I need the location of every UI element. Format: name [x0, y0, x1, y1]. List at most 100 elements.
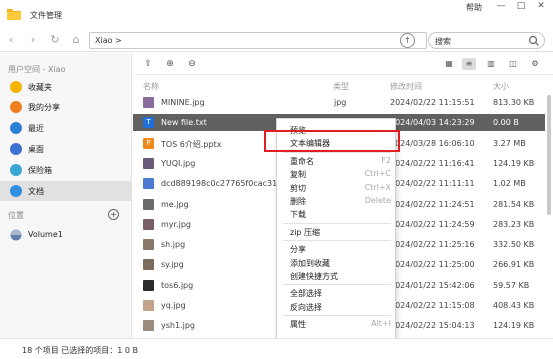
image-file-icon — [143, 157, 154, 169]
menu-separator — [283, 315, 391, 317]
status-text: 18 个项目 已选择的项目：1 0 B — [22, 346, 139, 355]
menu-item-shortcut: Ctrl+C — [364, 169, 391, 179]
menu-item[interactable]: 删除 Delete — [277, 195, 395, 208]
add-location-button[interactable]: + — [108, 209, 119, 220]
document-icon — [10, 185, 22, 197]
title-bar: 文件管理 帮助 — □ ✕ — [0, 0, 553, 30]
sidebar-item-star[interactable]: 收藏夹 — [0, 77, 132, 97]
menu-item[interactable]: 创建快捷方式 — [277, 270, 395, 283]
menu-item-shortcut: Ctrl+X — [364, 182, 391, 192]
menu-item[interactable]: 下载 — [277, 208, 395, 221]
forward-icon[interactable]: › — [26, 33, 40, 47]
menu-item-label: 全部选择 — [290, 289, 322, 299]
cell-size: 59.57 KB — [493, 280, 530, 290]
cell-size: 281.54 KB — [493, 199, 535, 209]
menu-item-label: 剪切 — [290, 183, 306, 193]
scrollbar-thumb[interactable] — [547, 95, 551, 215]
context-menu: 预览 文本编辑器 重命名 F2 复制 Ctrl+C 剪切 Ctrl+X 删除 Delete 下载 zi… — [276, 118, 396, 354]
menu-item-label: 分享 — [290, 245, 306, 255]
cell-name: YUQI.jpg — [161, 158, 196, 168]
search-input[interactable]: 搜索 — [428, 32, 545, 49]
cell-modified: 2024/04/03 14:23:29 — [390, 118, 475, 128]
upload-file-icon[interactable]: ⇪ — [141, 57, 155, 71]
menu-item[interactable]: 分享 — [277, 243, 395, 256]
column-view-icon[interactable]: ▥ — [484, 58, 498, 70]
slides-file-icon: P — [143, 137, 154, 149]
folder-app-icon — [7, 9, 21, 20]
menu-item[interactable]: 添加到收藏 — [277, 257, 395, 270]
menu-item-label: 重命名 — [290, 156, 314, 166]
menu-item-shortcut: F2 — [381, 155, 391, 165]
desktop-icon — [10, 143, 22, 155]
text-file-icon: T — [143, 117, 154, 129]
info-panel-icon[interactable]: ◫ — [506, 58, 520, 70]
sidebar-item-document[interactable]: 文档 — [0, 181, 132, 201]
menu-item-label: 下载 — [290, 210, 306, 220]
cell-modified: 2024/02/22 11:25:16 — [390, 240, 475, 250]
sidebar-item-label: 我的分享 — [28, 103, 60, 112]
cell-modified: 2024/01/22 15:42:06 — [390, 280, 475, 290]
clock-icon — [10, 122, 22, 134]
column-name[interactable]: 名称 — [143, 81, 159, 92]
grid-view-icon[interactable]: ▦ — [442, 58, 456, 70]
menu-item[interactable]: 属性 Alt+I — [277, 318, 395, 331]
column-size[interactable]: 大小 — [493, 81, 509, 92]
menu-item[interactable]: 复制 Ctrl+C — [277, 168, 395, 181]
close-button[interactable]: ✕ — [534, 1, 548, 11]
refresh-icon[interactable]: ↻ — [48, 33, 62, 47]
menu-item[interactable]: 剪切 Ctrl+X — [277, 182, 395, 195]
menu-item[interactable]: 全部选择 — [277, 287, 395, 300]
minimize-button[interactable]: — — [494, 1, 508, 11]
menu-separator — [283, 284, 391, 286]
sidebar-item-desktop[interactable]: 桌面 — [0, 139, 132, 159]
table-row[interactable]: MININE.jpg jpg 2024/02/22 11:15:51 813.30 K… — [133, 94, 545, 111]
locations-label: 位置 — [8, 211, 24, 220]
menu-item[interactable]: zip 压缩 — [277, 226, 395, 239]
scrollbar[interactable] — [546, 95, 552, 335]
image-file-icon — [143, 218, 154, 230]
remove-icon[interactable]: ⊖ — [185, 57, 199, 71]
settings-icon[interactable]: ⚙ — [528, 58, 542, 70]
cell-size: 283.23 KB — [493, 219, 535, 229]
sidebar-item-share[interactable]: 我的分享 — [0, 97, 132, 117]
cell-name: MININE.jpg — [161, 98, 205, 107]
back-icon[interactable]: ‹ — [4, 33, 18, 47]
home-icon[interactable]: ⌂ — [69, 33, 83, 47]
cell-size: 266.91 KB — [493, 260, 535, 270]
restore-button[interactable]: □ — [514, 1, 528, 11]
sidebar-item-label: 桌面 — [28, 145, 44, 154]
list-view-icon[interactable]: ≡ — [462, 58, 476, 70]
user-space-label: 用户空间 - Xiao — [8, 65, 66, 74]
cell-modified: 2024/02/22 11:24:59 — [390, 219, 475, 229]
cell-modified: 2024/02/22 11:11:11 — [390, 179, 475, 189]
menu-separator — [283, 240, 391, 242]
sidebar-item-clock[interactable]: 最近 — [0, 118, 132, 138]
sidebar-item-volume1[interactable]: Volume1 — [0, 225, 132, 245]
cell-modified: 2024/02/22 11:15:51 — [390, 98, 475, 107]
annotation-highlight-box — [264, 130, 400, 152]
cell-name: yq.jpg — [161, 301, 186, 310]
path-text: Xiao > — [95, 36, 122, 45]
menu-item-label: 反向选择 — [290, 302, 322, 312]
image-file-icon — [143, 239, 154, 251]
sidebar-item-safe[interactable]: 保险箱 — [0, 160, 132, 180]
menu-item[interactable]: 重命名 F2 — [277, 155, 395, 168]
sidebar-item-label: 文档 — [28, 187, 44, 196]
image-file-icon — [143, 198, 154, 210]
cell-name: tos6.jpg — [161, 280, 194, 290]
path-bar[interactable]: Xiao > — [89, 32, 427, 49]
menu-item-label: 属性 — [290, 320, 306, 330]
image-file-icon — [143, 279, 154, 291]
new-folder-icon[interactable]: ⊕ — [163, 57, 177, 71]
search-icon[interactable] — [528, 35, 540, 47]
column-modified[interactable]: 修改时间 — [390, 81, 422, 92]
sidebar: 用户空间 - Xiao 收藏夹我的分享最近桌面保险箱文档 位置 Volume1 — [0, 53, 132, 338]
upload-icon[interactable]: ↑ — [400, 33, 415, 48]
cell-name: ysh1.jpg — [161, 321, 195, 331]
image-file-icon — [143, 259, 154, 271]
image-file-icon — [143, 178, 154, 190]
cell-modified: 2024/02/22 11:15:08 — [390, 301, 475, 310]
help-menu[interactable]: 帮助 — [466, 2, 482, 13]
menu-item[interactable]: 反向选择 — [277, 301, 395, 314]
column-type[interactable]: 类型 — [333, 81, 349, 92]
